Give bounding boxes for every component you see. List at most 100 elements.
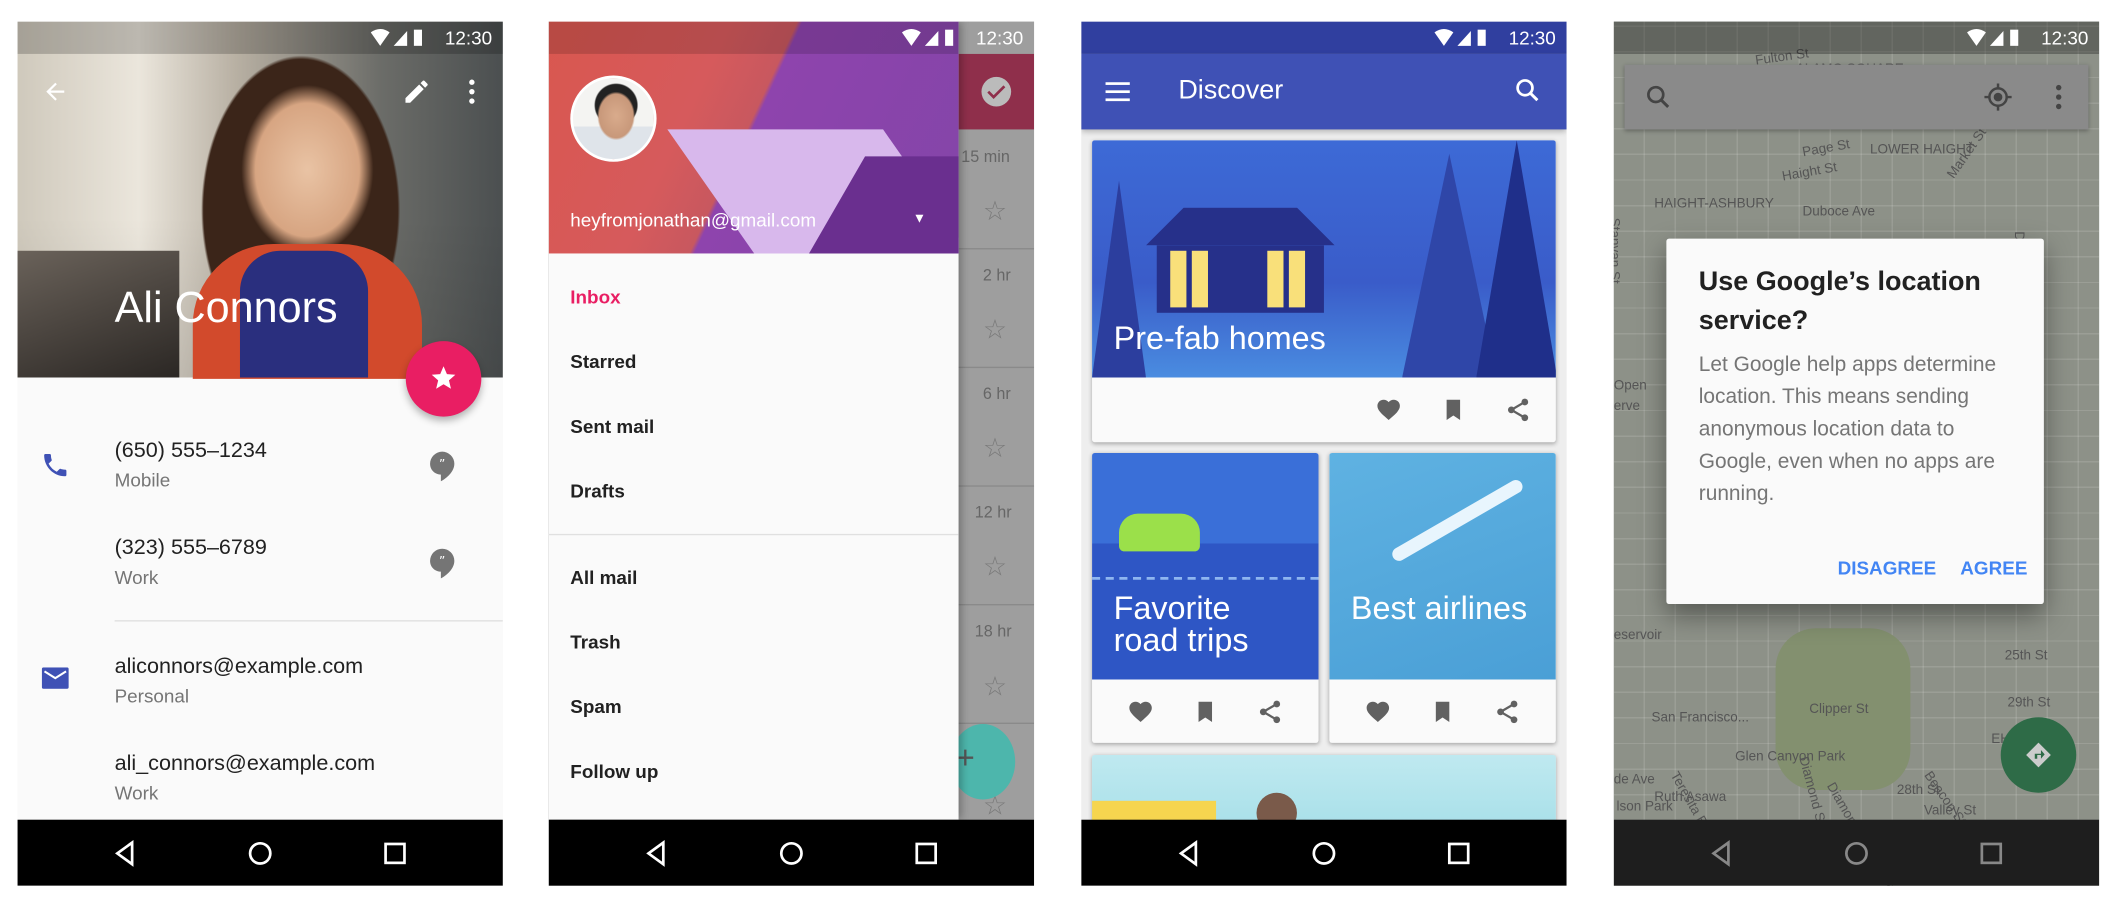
compose-fab[interactable]: + xyxy=(950,723,1016,800)
nav-recents-icon[interactable] xyxy=(1976,839,2006,869)
drawer-item-drafts[interactable]: Drafts xyxy=(570,480,625,502)
check-circle-icon[interactable] xyxy=(980,75,1012,107)
list-time: 2 hr xyxy=(982,265,1011,285)
share-icon[interactable] xyxy=(1505,396,1532,423)
map-label: 25th St xyxy=(2004,648,2048,664)
account-avatar[interactable] xyxy=(570,75,657,162)
agree-button[interactable]: AGREE xyxy=(1960,557,2027,579)
svg-text:”: ” xyxy=(439,554,445,568)
contact-screen: 12:30 Ali Connors (650) 555–1234 Mobile … xyxy=(17,21,503,886)
bookmark-icon[interactable] xyxy=(1440,396,1467,423)
status-bar: 12:30 xyxy=(17,21,503,54)
drawer-item-starred[interactable]: Starred xyxy=(570,351,636,373)
status-time: 12:30 xyxy=(444,26,493,49)
divider xyxy=(548,533,959,536)
nav-home-icon[interactable] xyxy=(1309,839,1339,869)
bookmark-icon[interactable] xyxy=(1192,698,1219,725)
nav-bar xyxy=(1081,819,1567,886)
email-icon xyxy=(41,667,69,689)
more-vert-icon[interactable] xyxy=(2051,82,2067,112)
card-image xyxy=(1329,452,1556,680)
status-time: 12:30 xyxy=(1508,26,1556,49)
divider xyxy=(114,620,503,622)
status-icons xyxy=(370,28,422,46)
nav-home-icon[interactable] xyxy=(1842,839,1872,869)
list-time: 12 hr xyxy=(974,502,1012,522)
map-search-bar[interactable] xyxy=(1624,64,2089,130)
star-outline-icon[interactable]: ☆ xyxy=(983,194,1007,228)
email-address: aliconnors@example.com xyxy=(114,655,364,679)
bookmark-icon[interactable] xyxy=(1429,698,1456,725)
phone-number: (323) 555–6789 xyxy=(114,536,267,560)
status-bar: 12:30 xyxy=(549,22,1034,54)
status-icons xyxy=(901,28,954,46)
edit-pencil-icon[interactable] xyxy=(402,77,432,107)
mail-drawer-screen: 15 min 2 hr 6 hr 12 hr 18 hr ☆ ☆ ☆ ☆ ☆ ☆… xyxy=(548,21,1035,886)
share-icon[interactable] xyxy=(1494,698,1521,725)
phone-icon xyxy=(44,454,67,477)
drawer-item-inbox[interactable]: Inbox xyxy=(570,286,620,308)
disagree-button[interactable]: DISAGREE xyxy=(1838,557,1937,579)
map-label: Stanyan St xyxy=(1613,217,1622,284)
search-icon[interactable] xyxy=(1643,82,1673,112)
star-outline-icon[interactable]: ☆ xyxy=(983,550,1007,584)
heart-icon[interactable] xyxy=(1364,698,1391,725)
dropdown-arrow-icon[interactable]: ▼ xyxy=(913,212,926,227)
star-outline-icon[interactable]: ☆ xyxy=(983,313,1007,347)
app-toolbar: Discover xyxy=(1081,53,1567,130)
status-bar: 12:30 xyxy=(1081,21,1567,54)
hangouts-icon[interactable]: ” xyxy=(429,547,456,579)
map-label: Page St xyxy=(1801,137,1852,161)
more-vert-icon[interactable] xyxy=(458,77,485,107)
card-title: Best airlines xyxy=(1350,590,1528,627)
star-outline-icon[interactable]: ☆ xyxy=(983,431,1007,465)
nav-recents-icon[interactable] xyxy=(1444,839,1474,869)
back-arrow-icon[interactable] xyxy=(42,78,69,105)
my-location-icon[interactable] xyxy=(1983,82,2013,112)
location-dialog: Use Google’s location service? Let Googl… xyxy=(1666,238,2044,604)
card-title: Favorite road trips xyxy=(1113,590,1249,660)
star-outline-icon[interactable]: ☆ xyxy=(983,670,1007,704)
list-time: 15 min xyxy=(961,146,1010,166)
menu-icon[interactable] xyxy=(1105,78,1133,105)
card-title: Pre-fab homes xyxy=(1113,320,1326,358)
map-label: San Francisco... xyxy=(1651,710,1749,726)
card-favorite-road-trips[interactable]: Favorite road trips xyxy=(1092,452,1319,743)
nav-back-icon[interactable] xyxy=(111,839,141,869)
search-icon[interactable] xyxy=(1513,75,1543,105)
hangouts-icon[interactable]: ” xyxy=(429,450,456,482)
card-best-airlines[interactable]: Best airlines xyxy=(1329,452,1556,743)
nav-bar xyxy=(548,819,1035,886)
status-icons xyxy=(1967,28,2019,46)
share-icon[interactable] xyxy=(1257,698,1284,725)
nav-recents-icon[interactable] xyxy=(380,839,410,869)
map-label: Haight St xyxy=(1781,160,1839,185)
drawer-item-spam[interactable]: Spam xyxy=(570,696,621,718)
heart-icon[interactable] xyxy=(1127,698,1154,725)
nav-back-icon[interactable] xyxy=(1707,839,1737,869)
status-bar: 12:30 xyxy=(1613,21,2100,54)
phone-type: Mobile xyxy=(114,469,171,491)
dialog-title: Use Google’s location service? xyxy=(1698,266,1981,336)
drawer-item-trash[interactable]: Trash xyxy=(570,631,620,653)
nav-home-icon[interactable] xyxy=(777,839,807,869)
nav-back-icon[interactable] xyxy=(1174,839,1204,869)
heart-icon[interactable] xyxy=(1375,396,1402,423)
contact-name: Ali Connors xyxy=(114,283,338,332)
drawer-item-follow-up[interactable]: Follow up xyxy=(570,760,658,782)
status-icons xyxy=(1434,28,1486,46)
nav-recents-icon[interactable] xyxy=(911,839,941,869)
phone-type: Work xyxy=(114,566,159,588)
account-email[interactable]: heyfromjonathan@gmail.com xyxy=(570,209,816,231)
drawer-item-all-mail[interactable]: All mail xyxy=(570,566,637,588)
card-prefab-homes[interactable]: Pre-fab homes xyxy=(1092,140,1556,443)
map-label: eservoir xyxy=(1613,628,1662,644)
drawer-item-sent-mail[interactable]: Sent mail xyxy=(570,415,654,437)
nav-back-icon[interactable] xyxy=(642,839,672,869)
nav-home-icon[interactable] xyxy=(245,839,275,869)
map-label: Glen Canyon Park xyxy=(1735,749,1846,765)
directions-fab[interactable] xyxy=(2000,717,2077,793)
nav-bar xyxy=(1613,819,2100,886)
phone-number: (650) 555–1234 xyxy=(114,439,267,463)
favorite-fab[interactable] xyxy=(405,341,482,417)
